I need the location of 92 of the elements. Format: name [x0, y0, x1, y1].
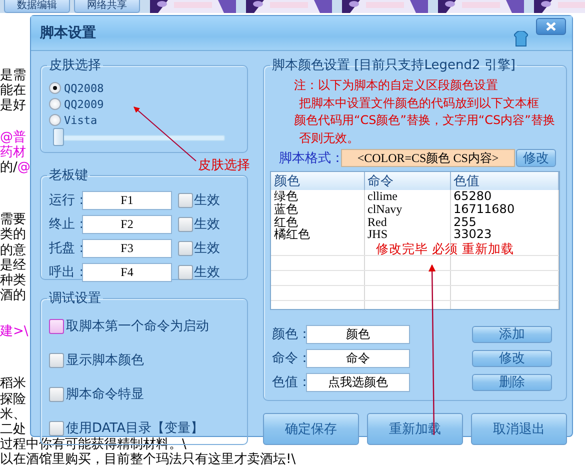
checkbox[interactable]: [178, 264, 193, 280]
hotkey-field[interactable]: F4: [82, 262, 172, 282]
text-line: 能在: [0, 83, 26, 98]
table-cell: Red: [368, 214, 387, 229]
checkbox[interactable]: [49, 318, 64, 334]
checkbox[interactable]: [49, 352, 64, 368]
field-label: 色值：: [272, 374, 306, 391]
radio-label[interactable]: QQ2009: [64, 98, 104, 110]
close-icon: [546, 22, 556, 31]
format-label: 脚本格式：: [278, 150, 341, 167]
text-line: 的意: [0, 242, 26, 258]
checkbox-label[interactable]: 生效: [194, 215, 220, 233]
slider[interactable]: [53, 128, 225, 146]
format-field[interactable]: <COLOR=CS颜色 CS内容>: [341, 149, 515, 167]
checkbox-label[interactable]: 生效: [194, 263, 220, 281]
group-title: 调试设置: [48, 290, 102, 307]
table-cell: 绿色: [274, 189, 298, 203]
checkbox-label[interactable]: 生效: [194, 191, 220, 209]
hotkey-field[interactable]: F2: [82, 214, 172, 234]
shirt-icon[interactable]: [514, 31, 528, 47]
text-line: 以在酒馆里购买，目前整个玛法只有这里才卖酒坛!\: [0, 452, 296, 468]
text-line: 是需: [0, 68, 26, 83]
table-cell: 33023: [454, 227, 492, 242]
text-line: 类的: [0, 227, 26, 242]
text-line: 酒的: [0, 288, 26, 304]
annotation-arrow: [134, 106, 196, 162]
field-label: 颜色：: [272, 326, 306, 343]
action-button[interactable]: 修改: [472, 350, 552, 366]
input-field[interactable]: 点我选颜色: [306, 372, 410, 392]
window-title: 脚本设置: [40, 24, 96, 42]
checkbox[interactable]: [49, 386, 64, 402]
field-label: 终止：: [49, 216, 81, 233]
table-cell: clNavy: [368, 202, 402, 216]
action-button[interactable]: 删除: [472, 374, 552, 390]
column-header[interactable]: 命令: [364, 172, 450, 190]
tab[interactable]: 数据编辑: [4, 0, 70, 13]
table-cell: 16711680: [454, 202, 515, 216]
radio-label[interactable]: QQ2008: [64, 82, 104, 94]
table-cell: 255: [454, 214, 476, 229]
checkbox[interactable]: [49, 420, 64, 436]
checkbox-label[interactable]: 使用DATA目录【变量】: [66, 419, 204, 437]
note-text: 注：以下为脚本的自定义区段颜色设置 把脚本中设置文件颜色的代码放到以下文本框 颜色代码用“CS颜色”替换，文字用“CS内容”替换 否则无效。: [293, 77, 556, 146]
field-label: 命令：: [272, 350, 306, 367]
text-line: 米、: [0, 406, 26, 422]
table-cell: 65280: [454, 189, 492, 203]
field-label: 托盘：: [49, 240, 81, 257]
text-line: 药材: [0, 144, 26, 160]
table-cell: 红色: [274, 214, 298, 229]
checkbox-label[interactable]: 脚本命令特显: [66, 385, 144, 403]
text-line: 需要: [0, 212, 26, 228]
column-header[interactable]: 色值: [450, 172, 558, 190]
text-line: 的/@: [0, 160, 30, 175]
text-line: 探险: [0, 392, 26, 407]
hotkey-field[interactable]: F1: [82, 190, 172, 210]
text-line: 建>\: [0, 324, 28, 340]
table-cell: cllime: [368, 189, 398, 203]
action-button[interactable]: 添加: [472, 326, 552, 342]
table-cell: 橘红色: [274, 227, 310, 242]
slider-thumb[interactable]: [53, 128, 64, 146]
column-header[interactable]: 颜色: [271, 172, 364, 190]
input-field[interactable]: 命令: [306, 348, 410, 368]
group-title: 皮肤选择: [48, 57, 102, 74]
radio-button[interactable]: [49, 114, 61, 126]
field-label: 运行：: [49, 192, 81, 209]
checkbox-label[interactable]: 生效: [194, 239, 220, 257]
group-title: 老板键: [48, 167, 89, 184]
text-line: 种类: [0, 272, 26, 288]
checkbox[interactable]: [178, 192, 193, 208]
table-cell: 蓝色: [274, 202, 298, 216]
radio-button[interactable]: [49, 98, 61, 110]
text-line: 是经: [0, 258, 26, 273]
annotation-label: 修改完毕 必须 重新加载: [376, 241, 514, 258]
checkbox[interactable]: [178, 216, 193, 232]
dialog-button[interactable]: 取消退出: [471, 413, 567, 445]
text-line: 是好: [0, 98, 26, 114]
checkbox[interactable]: [178, 240, 193, 256]
group-title: 脚本颜色设置 [目前只支持Legend2 引擎]: [271, 57, 516, 74]
radio-label[interactable]: Vista: [64, 114, 98, 126]
radio-button[interactable]: [49, 82, 61, 94]
text-line: 稻米: [0, 376, 26, 392]
table-cell: JHS: [368, 227, 388, 242]
dialog-button[interactable]: 确定保存: [263, 413, 359, 445]
annotation-label: 皮肤选择: [197, 156, 251, 174]
edit-button[interactable]: 修改: [516, 149, 556, 167]
input-field[interactable]: 颜色: [306, 324, 410, 344]
text-line: 二处: [0, 422, 26, 437]
close-button[interactable]: [536, 18, 566, 35]
checkbox-label[interactable]: 显示脚本颜色: [66, 351, 144, 369]
field-label: 呼出：: [49, 264, 81, 281]
text-line: @普: [0, 130, 26, 145]
checkbox-label[interactable]: 取脚本第一个命令为启动: [66, 317, 209, 335]
hotkey-field[interactable]: F3: [82, 238, 172, 258]
